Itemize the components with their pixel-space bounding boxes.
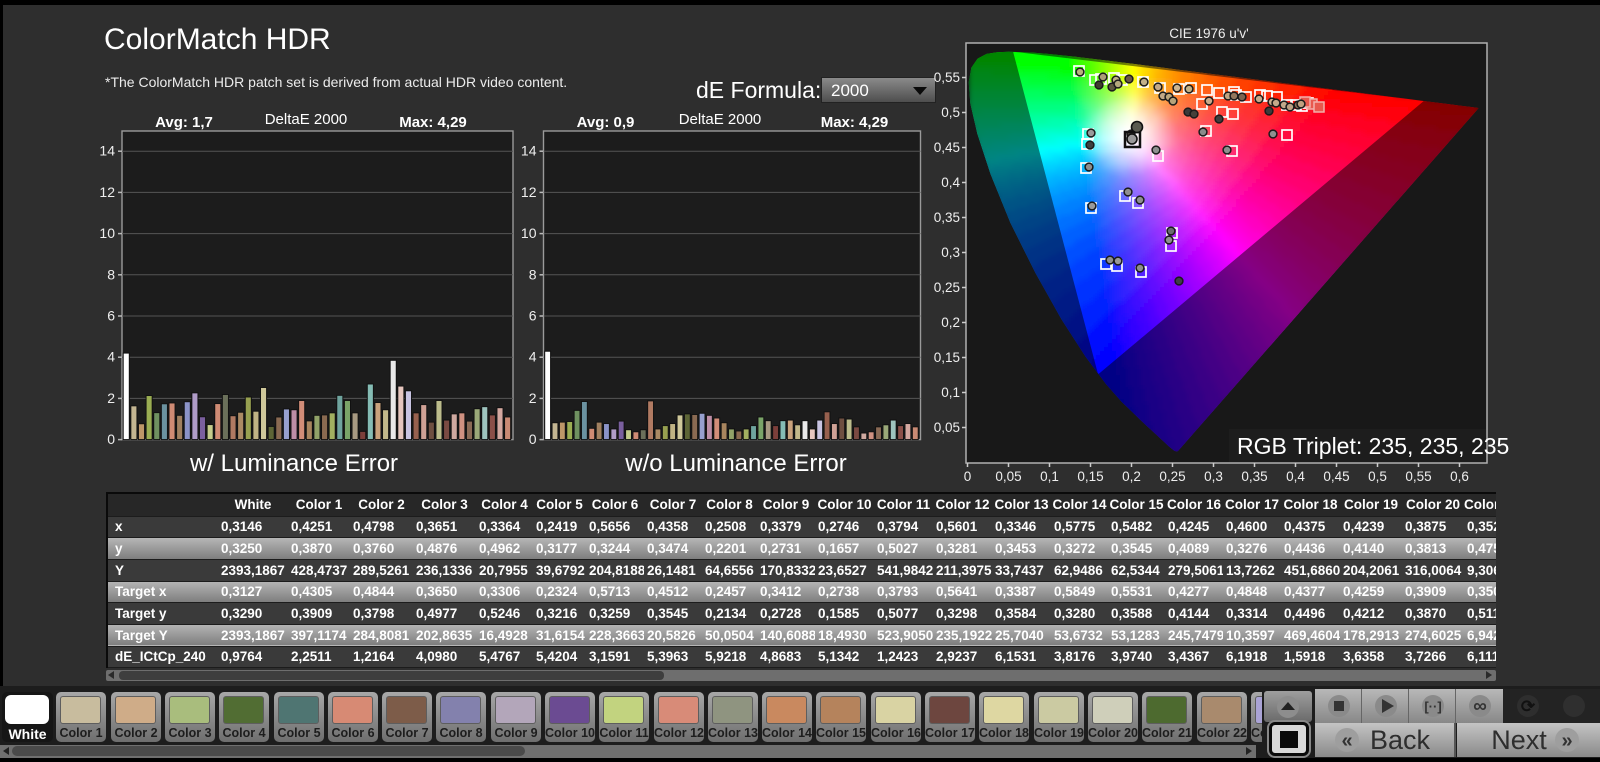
svg-text:Avg: 1,7: Avg: 1,7 [155, 114, 213, 131]
svg-text:0,45: 0,45 [934, 140, 960, 155]
svg-text:14: 14 [100, 143, 115, 159]
svg-text:RGB Triplet: 235, 235, 235: RGB Triplet: 235, 235, 235 [1237, 433, 1509, 459]
svg-text:4: 4 [107, 349, 115, 365]
svg-text:12: 12 [521, 184, 537, 200]
svg-text:0,05: 0,05 [995, 469, 1021, 484]
svg-text:0,4: 0,4 [1286, 469, 1305, 484]
svg-text:0: 0 [107, 431, 115, 447]
svg-text:Back: Back [1370, 725, 1431, 755]
svg-text:Avg: 0,9: Avg: 0,9 [577, 114, 635, 131]
svg-text:0: 0 [964, 469, 972, 484]
svg-text:⟳: ⟳ [1521, 697, 1536, 716]
svg-text:DeltaE 2000: DeltaE 2000 [265, 111, 348, 128]
svg-text:0,45: 0,45 [1323, 469, 1349, 484]
svg-text:0,5: 0,5 [941, 105, 960, 120]
svg-text:[··]: [··] [1424, 699, 1441, 714]
svg-text:Max: 4,29: Max: 4,29 [821, 114, 889, 131]
svg-text:14: 14 [521, 143, 537, 159]
svg-text:0,35: 0,35 [1241, 469, 1267, 484]
svg-text:12: 12 [100, 184, 115, 200]
svg-text:0,35: 0,35 [934, 210, 960, 225]
svg-text:8: 8 [529, 266, 537, 282]
svg-text:0,55: 0,55 [1405, 469, 1431, 484]
svg-text:0,1: 0,1 [941, 385, 960, 400]
svg-text:CIE 1976 u'v': CIE 1976 u'v' [1169, 26, 1248, 41]
svg-text:8: 8 [107, 266, 115, 282]
svg-text:6: 6 [107, 308, 115, 324]
svg-text:0,05: 0,05 [934, 420, 960, 435]
svg-text:10: 10 [100, 225, 115, 241]
svg-text:»: » [1561, 730, 1572, 752]
svg-text:2: 2 [529, 390, 537, 406]
svg-text:0,5: 0,5 [1368, 469, 1387, 484]
svg-text:0,3: 0,3 [941, 245, 960, 260]
svg-text:0,1: 0,1 [1040, 469, 1059, 484]
svg-text:∞: ∞ [1473, 696, 1487, 717]
svg-text:0: 0 [529, 431, 537, 447]
svg-text:6: 6 [529, 308, 537, 324]
svg-text:0,3: 0,3 [1204, 469, 1223, 484]
svg-text:DeltaE 2000: DeltaE 2000 [679, 111, 762, 128]
svg-text:0,2: 0,2 [941, 315, 960, 330]
svg-text:2: 2 [107, 390, 115, 406]
svg-text:4: 4 [529, 349, 537, 365]
svg-text:0,25: 0,25 [1159, 469, 1185, 484]
svg-text:Max: 4,29: Max: 4,29 [399, 114, 467, 131]
svg-text:0,15: 0,15 [1077, 469, 1103, 484]
svg-text:0,2: 0,2 [1122, 469, 1141, 484]
svg-text:0,25: 0,25 [934, 280, 960, 295]
svg-text:Next: Next [1491, 725, 1547, 755]
svg-text:0,4: 0,4 [941, 175, 960, 190]
svg-text:0,6: 0,6 [1450, 469, 1469, 484]
svg-text:«: « [1341, 730, 1352, 752]
svg-text:10: 10 [521, 225, 537, 241]
svg-text:0,55: 0,55 [934, 70, 960, 85]
svg-text:0,15: 0,15 [934, 350, 960, 365]
